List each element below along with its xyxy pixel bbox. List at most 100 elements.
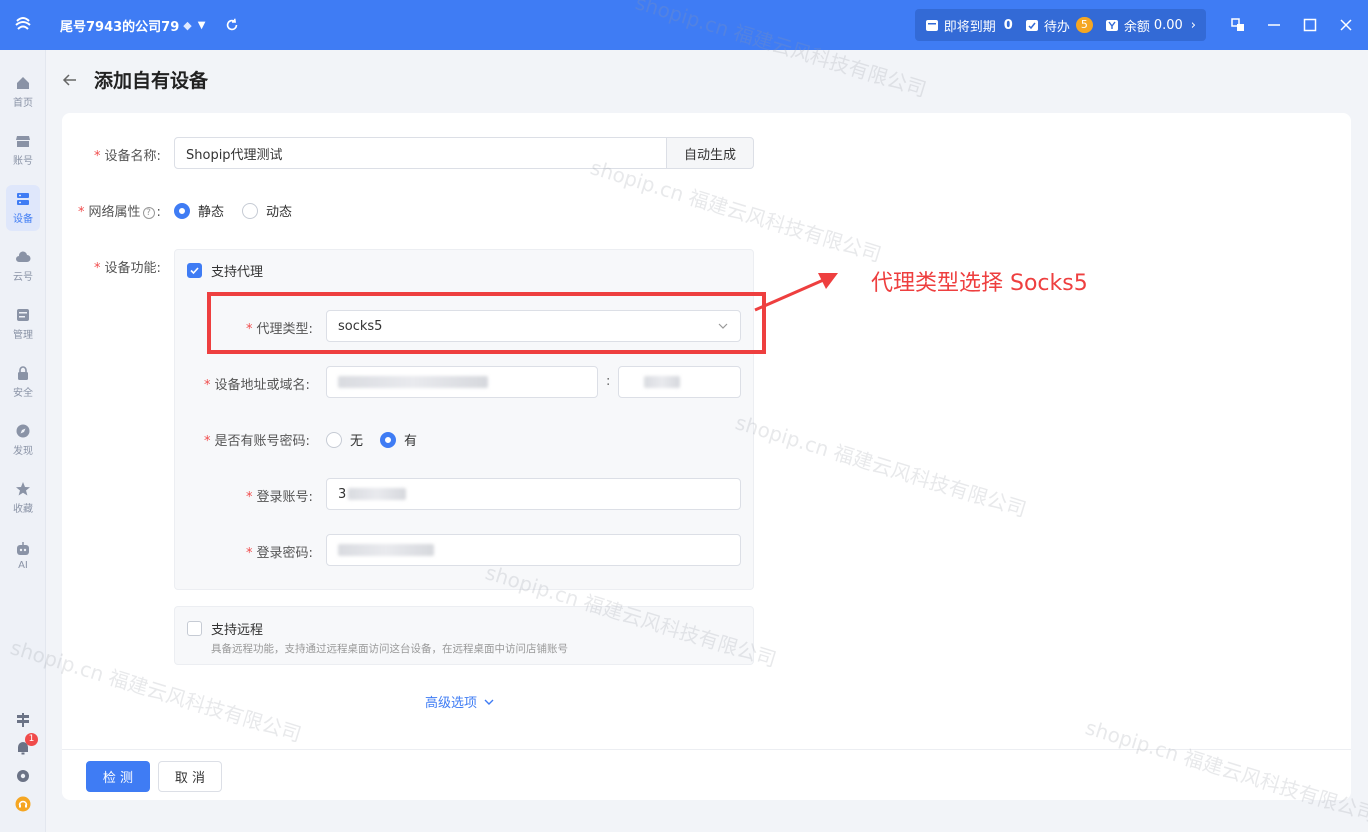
settings-gear-icon[interactable] (0, 763, 46, 789)
todo-icon (1025, 20, 1038, 31)
caret-down-icon: ▼ (197, 19, 206, 31)
has-auth-label: * 是否有账号密码: (204, 434, 310, 449)
support-headset-icon[interactable] (0, 791, 46, 817)
redacted-port (644, 376, 680, 388)
auth-yes-radio[interactable]: 有 (380, 430, 417, 449)
radio-unchecked-icon (326, 431, 342, 448)
nav-label: 首页 (13, 98, 33, 109)
checkbox-unchecked-icon (187, 621, 202, 636)
radio-checked-icon (174, 202, 190, 219)
title-bar: 尾号7943的公司79 ◆ ▼ 即将到期 0 待办 5 余额 0.00 › (0, 0, 1368, 50)
chevron-right-icon: › (1190, 17, 1196, 33)
calendar-icon (925, 20, 938, 31)
login-password-input[interactable] (326, 534, 741, 566)
radio-checked-icon (380, 431, 396, 448)
refresh-icon[interactable] (223, 16, 241, 34)
redacted-address (338, 376, 488, 388)
shop-icon (16, 136, 30, 147)
lock-icon (18, 366, 28, 380)
device-name-value: Shopip代理测试 (186, 147, 283, 163)
cancel-button[interactable]: 取 消 (158, 761, 222, 792)
star-icon (16, 482, 30, 496)
page-header: 添加自有设备 (62, 66, 208, 93)
device-port-input[interactable] (618, 366, 741, 398)
footer-divider (62, 749, 1351, 750)
nav-label: 账号 (13, 156, 33, 167)
balance-label: 余额 (1123, 19, 1150, 35)
network-property-label: * 网络属性?: (78, 205, 161, 220)
checkbox-checked-icon (187, 263, 202, 278)
login-account-value: 3 (338, 486, 347, 502)
nav-item-security[interactable]: 安全 (0, 357, 46, 407)
nav-label: 云号 (13, 272, 33, 283)
todo-count-badge: 5 (1075, 17, 1093, 33)
login-password-label: * 登录密码: (246, 546, 313, 561)
annotation-arrow-icon (754, 273, 838, 312)
chevron-down-icon (484, 699, 494, 705)
app-logo-icon (0, 0, 46, 50)
home-icon (17, 77, 29, 89)
device-name-input[interactable]: Shopip代理测试 (174, 137, 668, 169)
nav-item-cloud[interactable]: 云号 (0, 241, 46, 291)
auth-no-radio[interactable]: 无 (326, 430, 363, 449)
nav-label: 发现 (13, 446, 33, 457)
nav-item-devices[interactable]: 设备 (0, 183, 46, 233)
todo-label: 待办 (1043, 19, 1070, 35)
annotation-text: 代理类型选择 Socks5 (871, 271, 1088, 296)
nav-label: 管理 (13, 330, 33, 341)
balance-status[interactable]: 余额 0.00 › (1105, 16, 1196, 35)
login-account-input[interactable]: 3 (326, 478, 741, 510)
cloud-icon (16, 251, 31, 262)
back-arrow-icon[interactable] (62, 72, 78, 88)
expiring-label: 即将到期 (943, 19, 996, 35)
remote-description: 具备远程功能，支持通过远程桌面访问这台设备，在远程桌面中访问店铺账号 (211, 643, 568, 655)
todo-status[interactable]: 待办 5 (1025, 16, 1093, 35)
network-static-radio[interactable]: 静态 (174, 201, 224, 220)
radio-unchecked-icon (242, 202, 258, 219)
check-button[interactable]: 检 测 (86, 761, 150, 792)
nav-item-ai[interactable]: AI (0, 531, 46, 581)
expiring-count: 0 (1003, 17, 1013, 33)
port-separator: : (606, 374, 611, 389)
nav-item-accounts[interactable]: 账号 (0, 125, 46, 175)
wallet-icon (1105, 20, 1118, 31)
support-remote-checkbox[interactable]: 支持远程 (187, 619, 263, 638)
account-status-bar: 即将到期 0 待办 5 余额 0.00 › (914, 9, 1206, 41)
nav-item-discover[interactable]: 发现 (0, 415, 46, 465)
balance-value: 0.00 (1153, 17, 1183, 33)
nav-label: AI (18, 560, 28, 571)
company-name: 尾号7943的公司79 (60, 19, 180, 35)
compass-icon (16, 424, 30, 438)
screenshot-icon[interactable] (1220, 0, 1256, 50)
nav-label: 收藏 (13, 504, 33, 515)
maximize-button[interactable] (1292, 0, 1328, 50)
help-icon[interactable]: ? (142, 206, 155, 219)
auto-generate-button[interactable]: 自动生成 (666, 137, 754, 169)
side-nav: 首页 账号 设备 云号 管理 安全 发现 收藏 AI 1 (0, 50, 46, 832)
expiring-status[interactable]: 即将到期 0 (925, 16, 1013, 35)
nav-item-manage[interactable]: 管理 (0, 299, 46, 349)
nav-item-home[interactable]: 首页 (0, 67, 46, 117)
notification-badge: 1 (25, 733, 38, 746)
robot-icon (17, 542, 29, 555)
company-switcher[interactable]: 尾号7943的公司79 ◆ ▼ (60, 16, 205, 35)
device-address-label: * 设备地址或域名: (204, 378, 310, 393)
device-function-label: * 设备功能: (94, 261, 161, 276)
notification-bell[interactable]: 1 (0, 733, 46, 761)
close-button[interactable] (1328, 0, 1364, 50)
redacted-account (348, 488, 407, 500)
device-address-input[interactable] (326, 366, 598, 398)
page-title: 添加自有设备 (94, 70, 209, 92)
login-account-label: * 登录账号: (246, 490, 313, 505)
nav-label: 设备 (13, 214, 33, 225)
network-dynamic-radio[interactable]: 动态 (242, 201, 292, 220)
support-proxy-checkbox[interactable]: 支持代理 (187, 261, 263, 280)
diamond-icon: ◆ (183, 18, 192, 32)
advanced-options-toggle[interactable]: 高级选项 (425, 692, 495, 711)
minimize-button[interactable] (1256, 0, 1292, 50)
manage-icon (17, 309, 29, 321)
nav-label: 安全 (13, 388, 33, 399)
nav-item-favorites[interactable]: 收藏 (0, 473, 46, 523)
redacted-password (338, 544, 434, 556)
signpost-icon[interactable] (0, 707, 46, 733)
